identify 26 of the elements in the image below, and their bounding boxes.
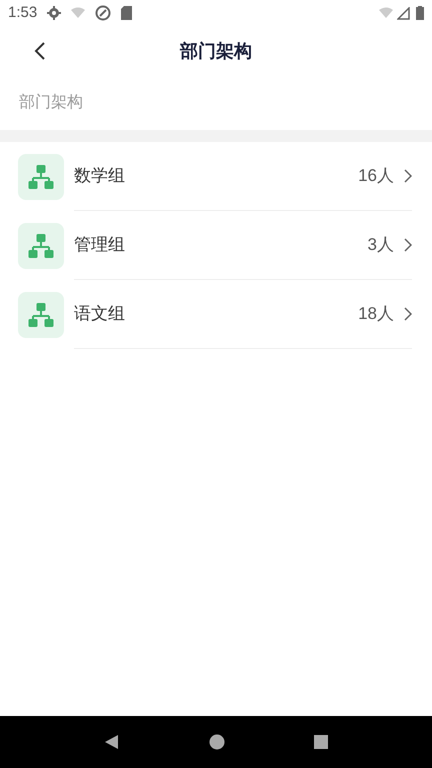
member-count: 18人 xyxy=(358,303,394,326)
org-chart-icon xyxy=(18,154,64,200)
department-row[interactable]: 管理组 3人 xyxy=(0,211,432,280)
chevron-right-icon xyxy=(404,307,412,321)
wifi-icon xyxy=(379,7,395,19)
org-chart-icon xyxy=(18,222,64,268)
back-icon xyxy=(34,41,46,61)
member-count: 3人 xyxy=(368,234,394,256)
chevron-right-icon xyxy=(404,169,412,183)
signal-icon xyxy=(397,6,410,20)
department-row[interactable]: 语文组 18人 xyxy=(0,280,432,349)
nav-back-icon[interactable] xyxy=(104,734,120,750)
department-name: 语文组 xyxy=(74,303,126,326)
org-chart-icon xyxy=(18,292,64,338)
sd-card-icon xyxy=(121,6,132,20)
member-count: 16人 xyxy=(358,165,394,188)
wifi-icon xyxy=(71,7,88,19)
battery-icon xyxy=(416,6,424,20)
chevron-right-icon xyxy=(404,238,412,252)
nav-home-icon[interactable] xyxy=(208,734,225,750)
nav-recents-icon[interactable] xyxy=(314,735,328,749)
department-row[interactable]: 数学组 16人 xyxy=(0,142,432,211)
department-name: 管理组 xyxy=(74,234,126,256)
page-title: 部门架构 xyxy=(180,40,252,62)
status-time: 1:53 xyxy=(8,2,38,23)
department-name: 数学组 xyxy=(74,165,126,188)
